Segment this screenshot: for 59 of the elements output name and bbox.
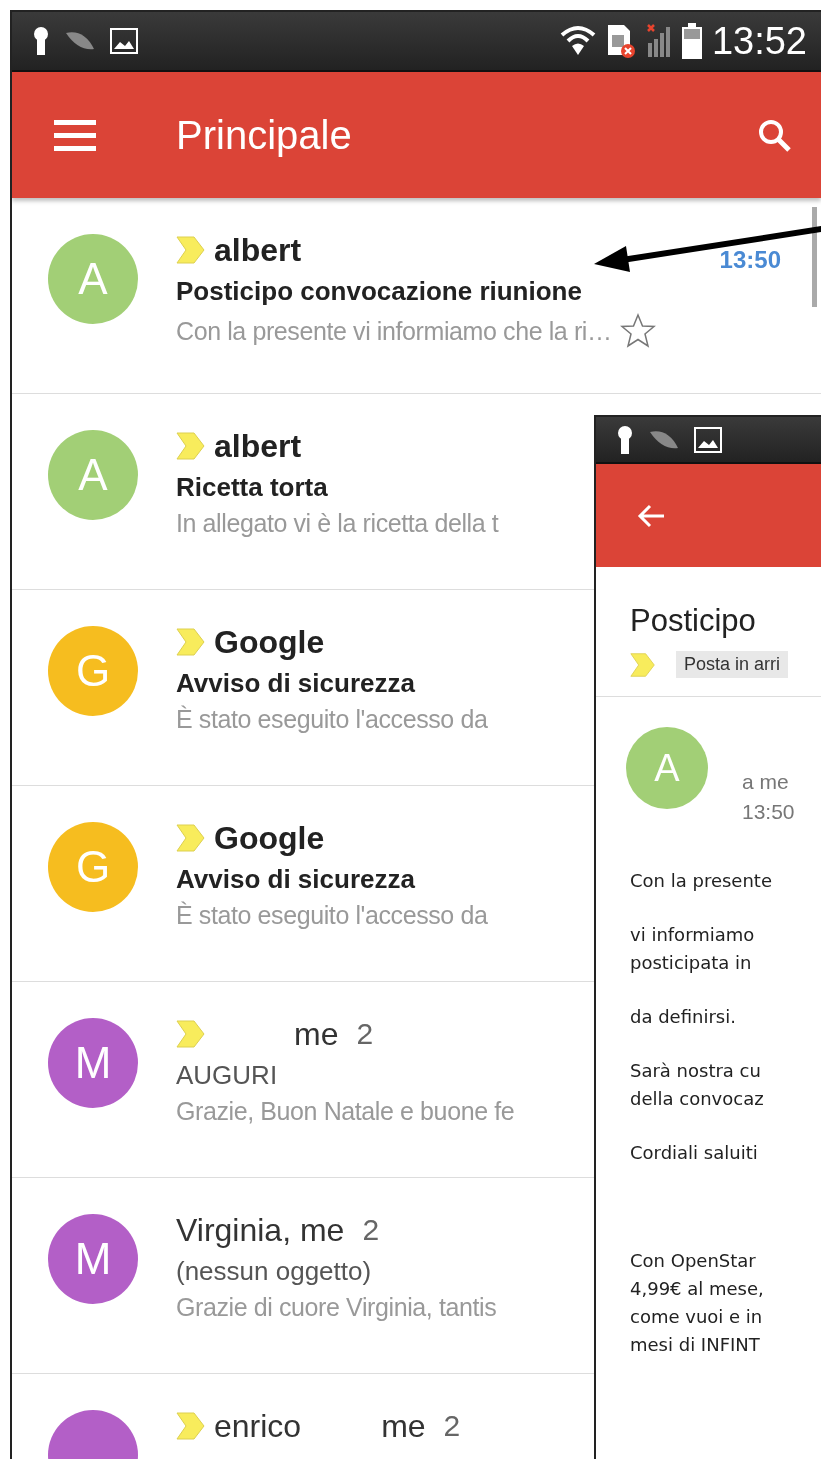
email-text-line: 4,99€ al mese,: [630, 1277, 765, 1301]
wifi-icon: [559, 25, 596, 57]
email-text-line: Con la presente: [630, 869, 773, 893]
email-time: 13:50: [742, 799, 795, 825]
message-subject: Posticipo convocazione riunione: [176, 276, 582, 307]
avatar: A: [48, 234, 138, 324]
email-text-line: posticipata in: [630, 951, 753, 975]
avatar: M: [48, 1214, 138, 1304]
message-subject: Avviso di sicurezza: [176, 668, 415, 699]
thread-count: 2: [443, 1409, 461, 1443]
thread-count: 2: [356, 1017, 374, 1051]
avatar: A: [48, 430, 138, 520]
star-icon[interactable]: [619, 313, 656, 349]
label-chip: Posta in arri: [676, 651, 789, 678]
message-snippet: Grazie, Buon Natale e buone fe: [176, 1097, 515, 1126]
email-text-line: della convocaz: [630, 1087, 765, 1111]
message-subject: AUGURI: [176, 1060, 278, 1091]
sender-name: me: [381, 1407, 426, 1445]
sender-name: Google: [214, 623, 325, 661]
message-subject: Ricetta torta: [176, 472, 328, 503]
thread-count: 2: [362, 1213, 380, 1247]
email-text-line: mesi di INFINT: [630, 1333, 761, 1357]
avatar: M: [48, 1018, 138, 1108]
sender-name: albert: [214, 427, 302, 465]
important-marker-icon: [630, 651, 656, 678]
message-snippet: È stato eseguito l'accesso da: [176, 901, 488, 930]
email-text-line: Con OpenStar: [630, 1249, 757, 1273]
message-snippet: Con la presente vi informiamo che la ri…: [176, 316, 612, 346]
status-time: 13:52: [711, 19, 807, 63]
email-text-line: Cordiali saluiti: [630, 1141, 759, 1165]
email-subject: Posticipo: [630, 603, 757, 639]
keyhole-icon: [616, 424, 634, 455]
search-icon[interactable]: [757, 118, 791, 152]
menu-icon[interactable]: [54, 119, 96, 151]
email-text-line: da definirsi.: [630, 1005, 737, 1029]
message-subject: (nessun oggetto): [176, 1256, 372, 1287]
image-icon: [110, 28, 138, 54]
email-text-line: come vuoi e in: [630, 1305, 764, 1329]
email-text-line: vi informiamo: [630, 923, 756, 947]
signal-icon: [645, 23, 672, 59]
email-text-line: Sarà nostra cu: [630, 1059, 762, 1083]
battery-icon: [681, 23, 702, 59]
sim-card-icon: [605, 23, 636, 59]
sender-name: enrico: [214, 1407, 302, 1445]
sender-name: Virginia, me: [176, 1211, 345, 1249]
sender-name: me: [294, 1015, 339, 1053]
message-snippet: Grazie di cuore Virginia, tantis: [176, 1293, 497, 1322]
avatar: A: [626, 727, 708, 809]
message-subject: Avviso di sicurezza: [176, 864, 415, 895]
message-snippet: È stato eseguito l'accesso da: [176, 705, 488, 734]
sender-name: Google: [214, 819, 325, 857]
sender-name: albert: [214, 231, 302, 269]
toolbar-title: Principale: [176, 112, 353, 158]
message-time: 13:50: [719, 246, 781, 274]
image-icon: [694, 426, 722, 453]
keyhole-icon: [32, 26, 50, 56]
message-snippet: In allegato vi è la ricetta della t: [176, 509, 499, 538]
avatar: G: [48, 626, 138, 716]
avatar: G: [48, 822, 138, 912]
